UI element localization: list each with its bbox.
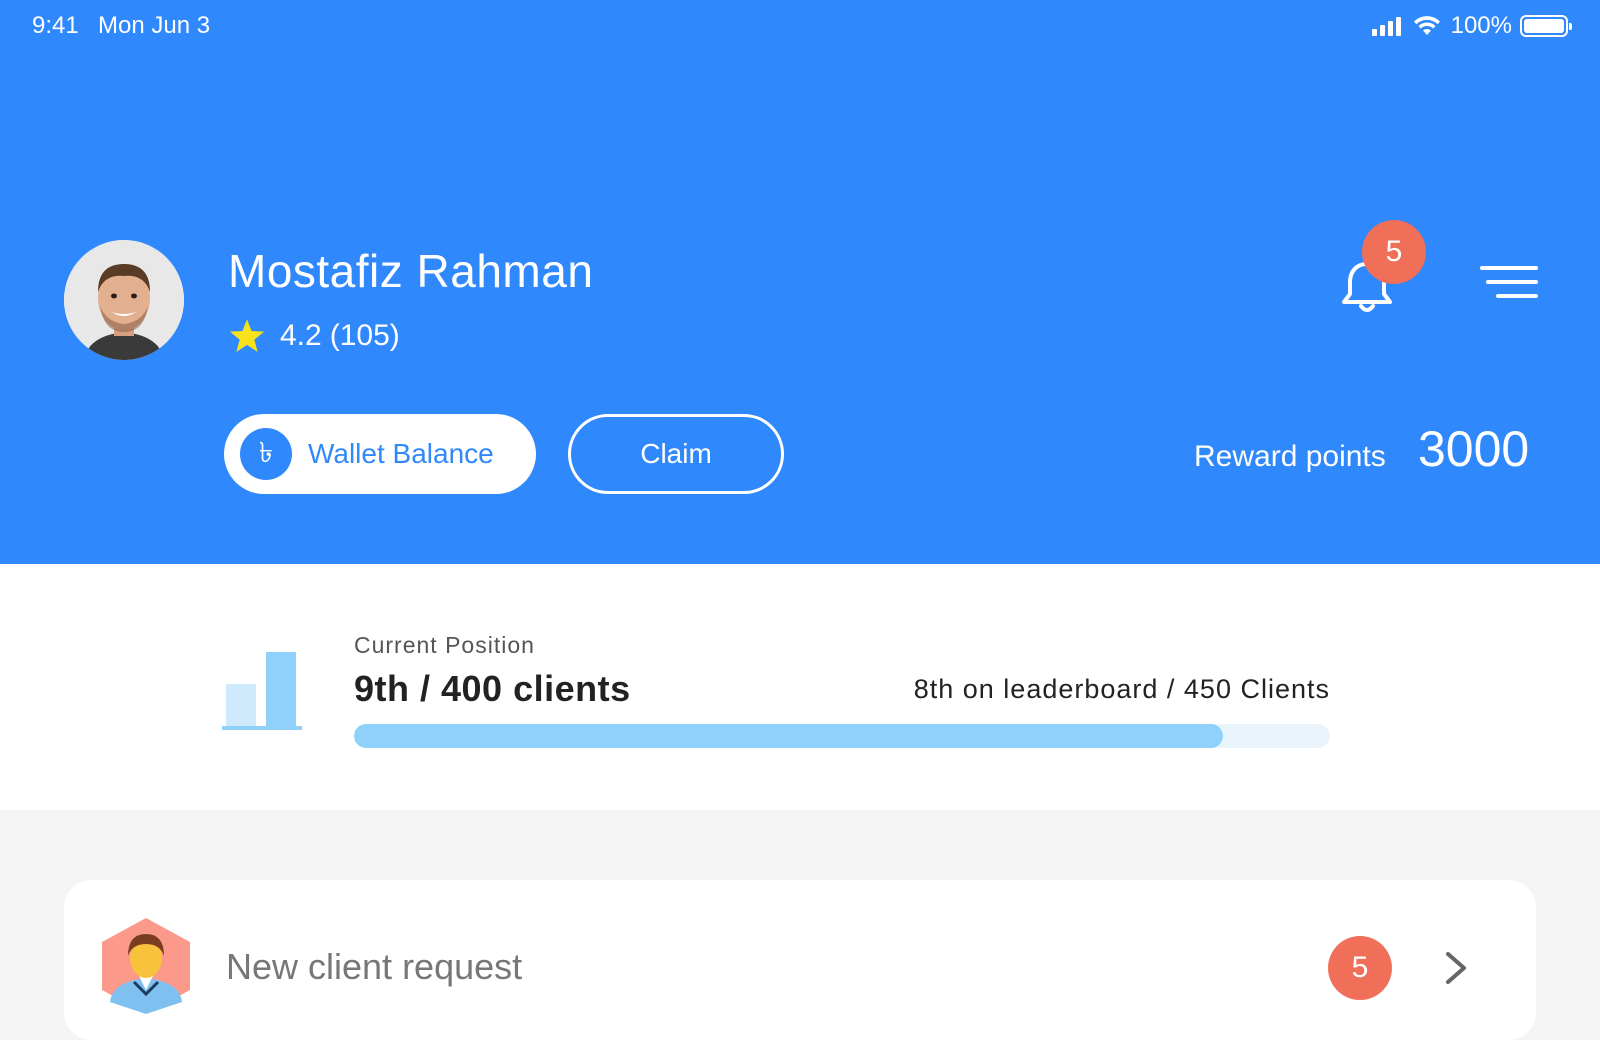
status-bar: 9:41 Mon Jun 3 100% <box>0 0 1600 50</box>
avatar[interactable] <box>64 240 184 360</box>
reward-points-value: 3000 <box>1418 421 1530 477</box>
status-time: 9:41 <box>32 12 79 39</box>
position-progress-bar <box>354 724 1330 748</box>
taka-currency-icon: ৳ <box>240 428 292 480</box>
user-rating: 4.2 (105) <box>228 318 400 354</box>
rating-count: (105) <box>329 319 400 352</box>
leaderboard-text: 8th on leaderboard / 450 Clients <box>913 674 1330 704</box>
bar-chart-icon <box>222 652 302 730</box>
hamburger-menu-icon[interactable] <box>1480 264 1538 302</box>
request-count-badge: 5 <box>1328 936 1392 1000</box>
position-progress-fill <box>354 724 1223 748</box>
rating-value: 4.2 <box>280 319 322 352</box>
notification-count-badge: 5 <box>1362 220 1426 284</box>
status-date: Mon Jun 3 <box>98 12 211 39</box>
client-avatar-icon <box>102 918 190 1014</box>
current-position-label: Current Position <box>354 632 535 658</box>
wifi-icon <box>1413 16 1440 35</box>
chevron-right-icon[interactable] <box>1444 950 1468 986</box>
claim-button[interactable]: Claim <box>568 414 784 494</box>
user-name: Mostafiz Rahman <box>228 245 594 297</box>
current-position-value: 9th / 400 clients <box>354 668 631 709</box>
status-indicators: 100% <box>1371 12 1572 40</box>
battery-icon <box>1520 15 1572 37</box>
battery-percent: 100% <box>1450 12 1512 39</box>
new-client-request-label: New client request <box>226 946 523 987</box>
cellular-signal-icon <box>1371 16 1401 36</box>
profile-header: 9:41 Mon Jun 3 100% Mostafiz Rahman 4.2 … <box>0 0 1600 564</box>
wallet-balance-label: Wallet Balance <box>308 438 494 469</box>
star-icon <box>229 319 265 352</box>
wallet-balance-button[interactable]: ৳ Wallet Balance <box>224 414 536 494</box>
reward-points-label: Reward points <box>1194 440 1386 473</box>
